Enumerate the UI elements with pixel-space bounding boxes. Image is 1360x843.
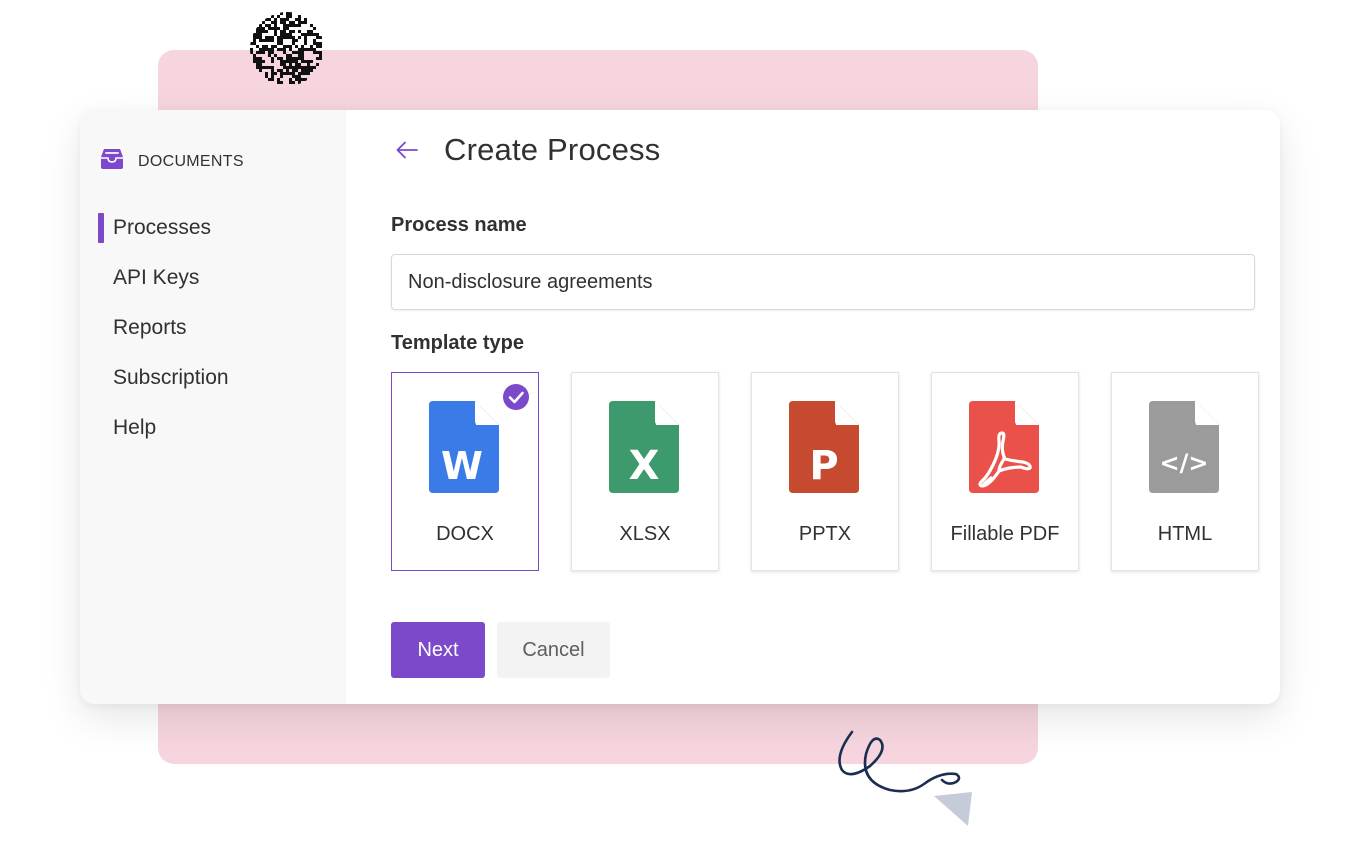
template-label: Fillable PDF (950, 523, 1060, 545)
sidebar-item-subscription[interactable]: Subscription (98, 363, 229, 393)
dither-pattern-decoration (250, 12, 324, 86)
next-button[interactable]: Next (391, 622, 485, 678)
sidebar: DOCUMENTS Processes API Keys Reports Sub… (80, 110, 346, 704)
hero-stage: DOCUMENTS Processes API Keys Reports Sub… (0, 0, 1360, 843)
squiggle-arrow-decoration (838, 730, 972, 826)
excel-spreadsheet-icon: X (609, 401, 679, 493)
template-label: PPTX (798, 523, 852, 545)
svg-text:W: W (441, 444, 483, 488)
template-type-options: W DOCX X XLSX P PPTX Fillable PDF </> HT… (391, 372, 1259, 571)
template-label: XLSX (619, 523, 671, 545)
svg-text:</>: </> (1160, 449, 1209, 477)
template-label: HTML (1157, 523, 1213, 545)
selected-check-icon (503, 384, 529, 410)
process-name-label: Process name (391, 214, 527, 236)
main-content: Create Process Process name Template typ… (346, 110, 1280, 704)
page-title: Create Process (444, 132, 661, 167)
process-name-input[interactable] (391, 254, 1255, 310)
sidebar-item-reports[interactable]: Reports (98, 313, 229, 343)
template-option-html[interactable]: </> HTML (1111, 372, 1259, 571)
sidebar-item-processes[interactable]: Processes (98, 213, 229, 243)
pdf-document-icon (969, 401, 1039, 493)
inbox-tray-icon (100, 148, 124, 175)
form-actions: Next Cancel (391, 622, 610, 678)
powerpoint-presentation-icon: P (789, 401, 859, 493)
sidebar-nav: Processes API Keys Reports Subscription … (98, 213, 229, 463)
template-option-docx[interactable]: W DOCX (391, 372, 539, 571)
template-option-xlsx[interactable]: X XLSX (571, 372, 719, 571)
sidebar-item-api-keys[interactable]: API Keys (98, 263, 229, 293)
template-type-label: Template type (391, 332, 524, 354)
svg-text:P: P (809, 443, 838, 489)
brand-label: DOCUMENTS (138, 152, 244, 170)
word-document-icon: W (429, 401, 499, 493)
page-header: Create Process (392, 132, 660, 168)
html-code-icon: </> (1149, 401, 1219, 493)
template-label: DOCX (436, 523, 494, 545)
svg-text:X: X (629, 443, 660, 489)
arrow-left-icon[interactable] (392, 135, 422, 165)
template-option-fillable-pdf[interactable]: Fillable PDF (931, 372, 1079, 571)
brand: DOCUMENTS (100, 148, 244, 175)
sidebar-item-help[interactable]: Help (98, 413, 229, 443)
template-option-pptx[interactable]: P PPTX (751, 372, 899, 571)
app-window: DOCUMENTS Processes API Keys Reports Sub… (80, 110, 1280, 704)
cancel-button[interactable]: Cancel (497, 622, 610, 678)
